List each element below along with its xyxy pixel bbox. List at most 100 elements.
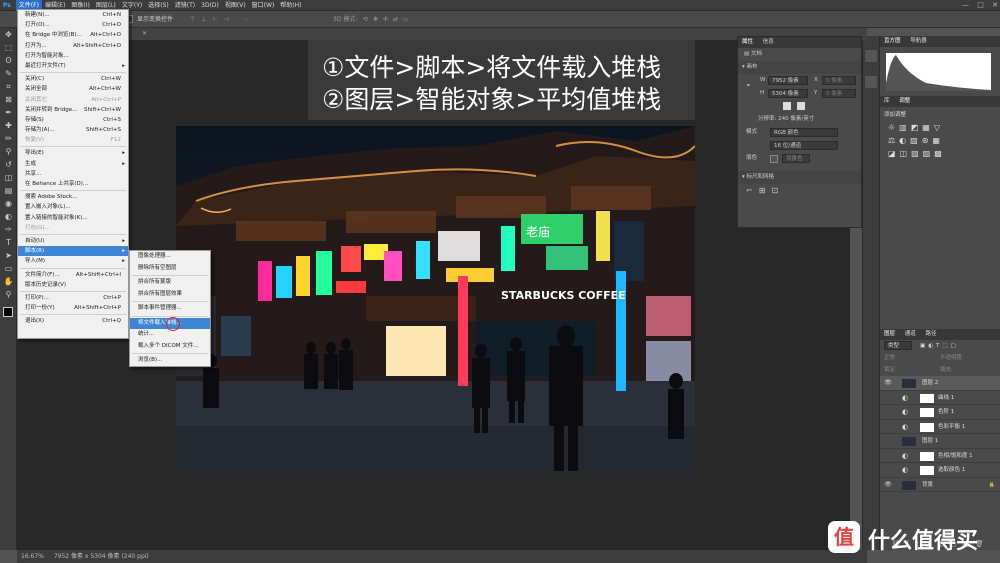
history-brush-icon[interactable]: ↺ [0, 158, 17, 171]
info-icon[interactable] [865, 76, 877, 88]
crop-icon[interactable]: ⌗ [0, 80, 17, 93]
file-menu-item[interactable]: 搜索 Adobe Stock... [18, 192, 128, 202]
layer-filter-icons[interactable]: ▣◐T⬚▢ [920, 340, 959, 352]
tab-paths[interactable]: 路径 [926, 331, 937, 337]
menu-10[interactable]: 帮助(H) [277, 0, 304, 11]
script-menu-item[interactable]: 拼合所有蒙版 [130, 277, 210, 289]
script-menu-item[interactable]: 脚本事件管理器... [130, 303, 210, 315]
file-menu-item[interactable]: 存储(S) Ctrl+S [18, 115, 128, 125]
layer-mask-thumbnail[interactable] [920, 451, 934, 461]
shape-icon[interactable]: ▭ [0, 262, 17, 275]
zoom-icon[interactable]: ⚲ [0, 288, 17, 301]
layer-name[interactable]: 图层 2 [922, 376, 938, 391]
file-menu-item[interactable]: 生成 ▸ [18, 159, 128, 169]
eraser-icon[interactable]: ◫ [0, 171, 17, 184]
zoom-level[interactable]: 16.67% [21, 553, 44, 560]
file-menu-item[interactable]: 关闭并转到 Bridge... Shift+Ctrl+W [18, 105, 128, 115]
foreground-color-swatch[interactable] [3, 307, 13, 317]
menu-6[interactable]: 滤镜(T) [172, 0, 198, 11]
file-menu-item[interactable]: 恢复(V) F12 [18, 135, 128, 145]
pen-icon[interactable]: ✑ [0, 223, 17, 236]
visibility-eye-icon[interactable] [883, 436, 893, 446]
grid-icons[interactable]: ⌐⊞⊡ [738, 184, 861, 197]
width-field[interactable]: 7952 像素 [768, 76, 808, 85]
blur-icon[interactable]: ◉ [0, 197, 17, 210]
file-menu-item[interactable]: 打印一份(Y) Alt+Shift+Ctrl+P [18, 303, 128, 313]
menu-7[interactable]: 3D(D) [198, 0, 222, 11]
layer-name[interactable]: 曲线 1 [938, 391, 954, 406]
layer-row[interactable]: 👁 图层 2 [880, 376, 1000, 391]
file-menu-item[interactable]: 版本历史记录(V) [18, 280, 128, 290]
close-button[interactable]: ✕ [992, 1, 998, 9]
visibility-eye-icon[interactable] [883, 422, 893, 432]
portrait-icon[interactable] [783, 101, 791, 110]
canvas-expand-icon[interactable]: ▾ [742, 64, 745, 70]
file-menu-item[interactable]: 关闭(C) Ctrl+W [18, 74, 128, 84]
layer-name[interactable]: 色彩平衡 1 [938, 420, 965, 435]
file-menu-item[interactable]: 在 Behance 上共享(D)... [18, 179, 128, 189]
tab-layers[interactable]: 图层 [884, 331, 895, 337]
tab-adjustments[interactable]: 调整 [899, 98, 910, 104]
brush-icon[interactable]: ✏ [0, 132, 17, 145]
layer-name[interactable]: 图层 1 [922, 434, 938, 449]
frame-icon[interactable]: ⊠ [0, 93, 17, 106]
close-tab-icon[interactable]: × [142, 30, 147, 37]
hand-icon[interactable]: ✋ [0, 275, 17, 288]
file-menu-item[interactable]: 导出(E) ▸ [18, 148, 128, 158]
layer-row[interactable]: 👁 背景 🔒 [880, 478, 1000, 492]
kind-filter[interactable]: 类型 [884, 341, 912, 350]
menu-9[interactable]: 窗口(W) [249, 0, 278, 11]
healing-icon[interactable]: ✚ [0, 119, 17, 132]
fill-swatch[interactable] [770, 155, 778, 163]
tab-channels[interactable]: 通道 [905, 331, 916, 337]
quick-select-icon[interactable]: ✎ [0, 67, 17, 80]
layer-mask-thumbnail[interactable] [920, 422, 934, 432]
layer-name[interactable]: 选取颜色 1 [938, 463, 965, 478]
script-menu-item[interactable]: 拼合所有图层效果 [130, 289, 210, 301]
file-menu-item[interactable]: 共享... [18, 169, 128, 179]
layer-mask-thumbnail[interactable] [920, 393, 934, 403]
history-icon[interactable] [865, 50, 877, 62]
file-menu-item[interactable]: 打开(O)... Ctrl+O [18, 20, 128, 30]
file-menu-item[interactable]: 存储为(A)... Shift+Ctrl+S [18, 125, 128, 135]
file-menu-item[interactable]: 置入链接的智能对象(K)... [18, 213, 128, 223]
layer-row[interactable]: ◐ 色彩平衡 1 [880, 420, 1000, 435]
tab-library[interactable]: 库 [884, 98, 890, 104]
layer-name[interactable]: 色相/饱和度 1 [938, 449, 973, 464]
mode-select[interactable]: RGB 颜色 [770, 128, 838, 137]
visibility-eye-icon[interactable] [883, 393, 893, 403]
file-menu-item[interactable]: 关闭其它 Alt+Ctrl+P [18, 95, 128, 105]
visibility-eye-icon[interactable]: 👁 [883, 480, 893, 490]
move-icon[interactable]: ✥ [0, 28, 17, 41]
tab-info[interactable]: 信息 [763, 39, 774, 45]
depth-select[interactable]: 16 位/通道 [770, 141, 838, 150]
visibility-eye-icon[interactable] [883, 451, 893, 461]
adjustment-icons[interactable]: ☼▥◩▦▽ ⚖◐▨⊛▦ ◪◫▨▧▩ [880, 121, 1000, 160]
script-menu-item[interactable]: 删除所有空图层 [130, 263, 210, 275]
align-icons[interactable]: ⊤⊥⊢⊣ ⋯ [190, 11, 255, 28]
stamp-icon[interactable]: ⚲ [0, 145, 17, 158]
file-menu-item[interactable]: 自动(U) ▸ [18, 236, 128, 246]
layer-name[interactable]: 色阶 1 [938, 405, 954, 420]
lasso-icon[interactable]: ʘ [0, 54, 17, 67]
file-menu-item[interactable]: 打开为... Alt+Shift+Ctrl+O [18, 41, 128, 51]
file-menu-item[interactable]: 文件简介(F)... Alt+Shift+Ctrl+I [18, 270, 128, 280]
x-field[interactable]: 0 像素 [822, 76, 856, 85]
marquee-icon[interactable]: ⬚ [0, 41, 17, 54]
menu-5[interactable]: 选择(S) [145, 0, 172, 11]
layer-mask-thumbnail[interactable] [920, 408, 934, 417]
visibility-eye-icon[interactable]: 👁 [883, 378, 893, 388]
3d-mode-icons[interactable]: ⟲✥✣⇄▭ [363, 11, 414, 28]
gradient-icon[interactable]: ▤ [0, 184, 17, 197]
script-menu-item[interactable]: 图像处理器... [130, 251, 210, 263]
file-menu-item[interactable]: 脚本(R) ▸ [18, 246, 128, 257]
file-menu-item[interactable]: 新建(N)... Ctrl+N [18, 10, 128, 20]
script-menu-item[interactable]: 统计... [130, 329, 210, 341]
layer-row[interactable]: 图层 1 [880, 434, 1000, 449]
layer-row[interactable]: ◐ 色阶 1 [880, 405, 1000, 420]
path-select-icon[interactable]: ➤ [0, 249, 17, 262]
landscape-icon[interactable] [796, 101, 805, 110]
rulers-expand-icon[interactable]: ▾ [742, 174, 745, 180]
layer-row[interactable]: ◐ 色相/饱和度 1 [880, 449, 1000, 464]
visibility-eye-icon[interactable] [883, 407, 893, 417]
